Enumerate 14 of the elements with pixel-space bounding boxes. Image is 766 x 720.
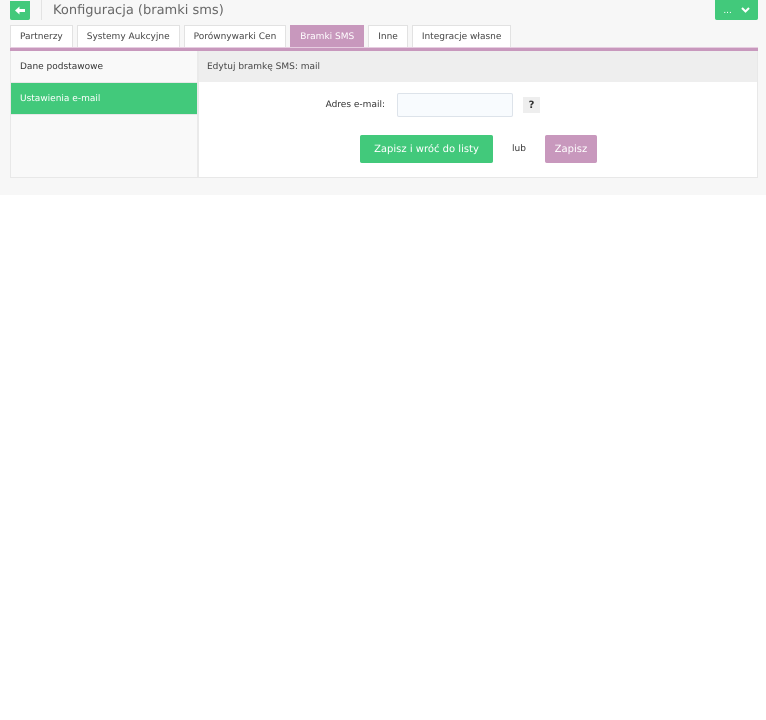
tab[interactable]: Integracje własne [412, 25, 512, 47]
email-input-field[interactable] [397, 93, 513, 117]
tab[interactable]: Inne [368, 25, 408, 47]
or-label: lub [512, 144, 526, 154]
chevron-down-icon [740, 7, 750, 13]
arrow-left-icon [15, 6, 25, 14]
tab[interactable]: Systemy Aukcyjne [76, 25, 180, 47]
help-button[interactable]: ? [523, 97, 540, 113]
field-label: Adres e-mail: [324, 100, 386, 110]
tab[interactable]: Porównywarki Cen [184, 25, 286, 47]
panel-header: Edytuj bramkę SMS: mail [199, 51, 757, 82]
tab[interactable]: Partnerzy [10, 25, 73, 47]
page-title: Konfiguracja (bramki sms) [53, 2, 224, 18]
back-button[interactable] [10, 0, 30, 20]
